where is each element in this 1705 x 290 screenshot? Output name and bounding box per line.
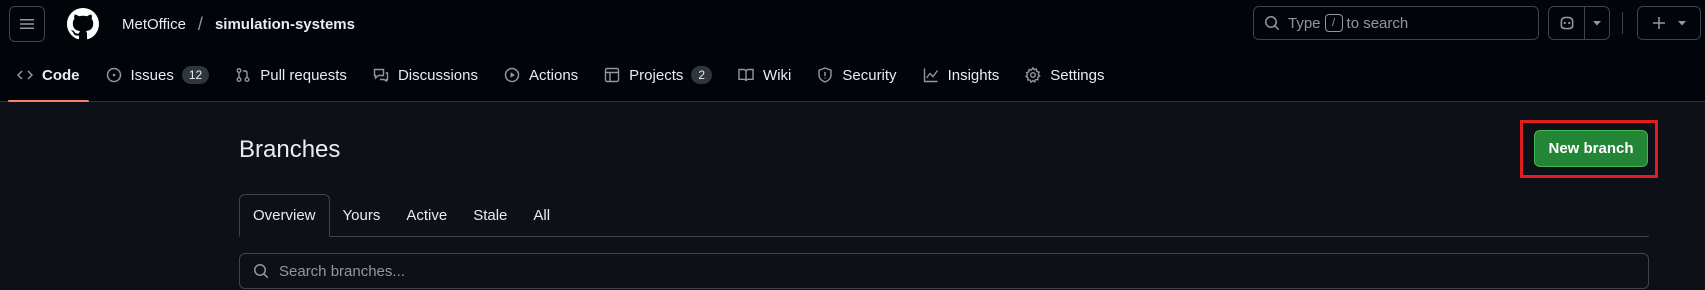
projects-count-badge: 2 [691,66,713,84]
subtab-all[interactable]: All [520,194,563,236]
search-key-hint: / [1324,14,1343,32]
tab-label: Issues [130,66,174,84]
global-header: MetOffice / simulation-systems Type / to… [0,0,1705,102]
owner-link[interactable]: MetOffice [122,16,186,33]
copilot-menu[interactable] [1548,6,1610,40]
tab-wiki[interactable]: Wiki [729,48,800,102]
global-search[interactable]: Type / to search [1253,6,1539,40]
tab-label: Discussions [397,66,478,84]
subtab-yours[interactable]: Yours [330,194,394,236]
triangle-down-icon [1678,21,1686,26]
tab-code[interactable]: Code [8,48,89,102]
code-icon [17,70,33,80]
copilot-icon [1560,16,1573,30]
triangle-down-icon [1593,21,1601,26]
page-title: Branches [239,136,341,163]
tab-label: Projects [629,66,684,84]
tab-security[interactable]: Security [808,48,905,102]
tab-actions[interactable]: Actions [495,48,587,102]
tab-settings[interactable]: Settings [1016,48,1113,102]
repo-link[interactable]: simulation-systems [215,16,355,33]
tab-discussions[interactable]: Discussions [364,48,487,102]
graph-icon [923,68,938,83]
tab-insights[interactable]: Insights [914,48,1009,102]
github-logo[interactable] [65,6,101,42]
create-new-button[interactable] [1637,6,1701,40]
subtab-stale[interactable]: Stale [460,194,520,236]
tab-label: Settings [1050,66,1105,84]
play-icon [504,67,520,83]
issues-count-badge: 12 [181,66,210,84]
shield-icon [818,67,833,83]
header-divider [1622,12,1623,34]
breadcrumb: MetOffice / simulation-systems [122,14,355,35]
hamburger-icon [20,19,34,29]
tab-label: Insights [947,66,1000,84]
new-branch-button[interactable]: New branch [1534,130,1648,167]
tab-label: Code [42,66,80,84]
top-bar: MetOffice / simulation-systems Type / to… [0,0,1705,48]
tab-label: Security [842,66,897,84]
breadcrumb-separator: / [197,13,203,34]
repo-nav: Code Issues 12 Pull requests Discussions… [0,48,1705,102]
copilot-button[interactable] [1549,7,1585,39]
table-icon [604,67,620,83]
tab-label: Pull requests [260,66,347,84]
branch-filter-tabs: Overview Yours Active Stale All [239,194,1649,237]
plus-icon [1653,17,1665,29]
tab-projects[interactable]: Projects 2 [595,48,721,102]
search-icon [1265,16,1280,31]
search-prefix: Type [1288,14,1321,32]
book-icon [738,68,754,82]
branch-search[interactable] [239,253,1649,289]
pull-request-icon [236,68,250,82]
branch-search-input[interactable] [279,262,1579,280]
subtab-active[interactable]: Active [393,194,460,236]
gear-icon [1025,67,1042,83]
github-icon [67,8,99,40]
discussions-icon [373,68,389,83]
tab-pull-requests[interactable]: Pull requests [226,48,356,102]
tab-label: Wiki [763,66,792,84]
menu-button[interactable] [9,6,45,42]
tab-issues[interactable]: Issues 12 [97,48,219,102]
search-suffix: to search [1346,14,1409,32]
issue-icon [106,67,121,83]
copilot-dropdown[interactable] [1585,7,1609,39]
search-icon [254,264,269,279]
subtab-overview[interactable]: Overview [239,194,330,237]
tab-label: Actions [528,66,579,84]
